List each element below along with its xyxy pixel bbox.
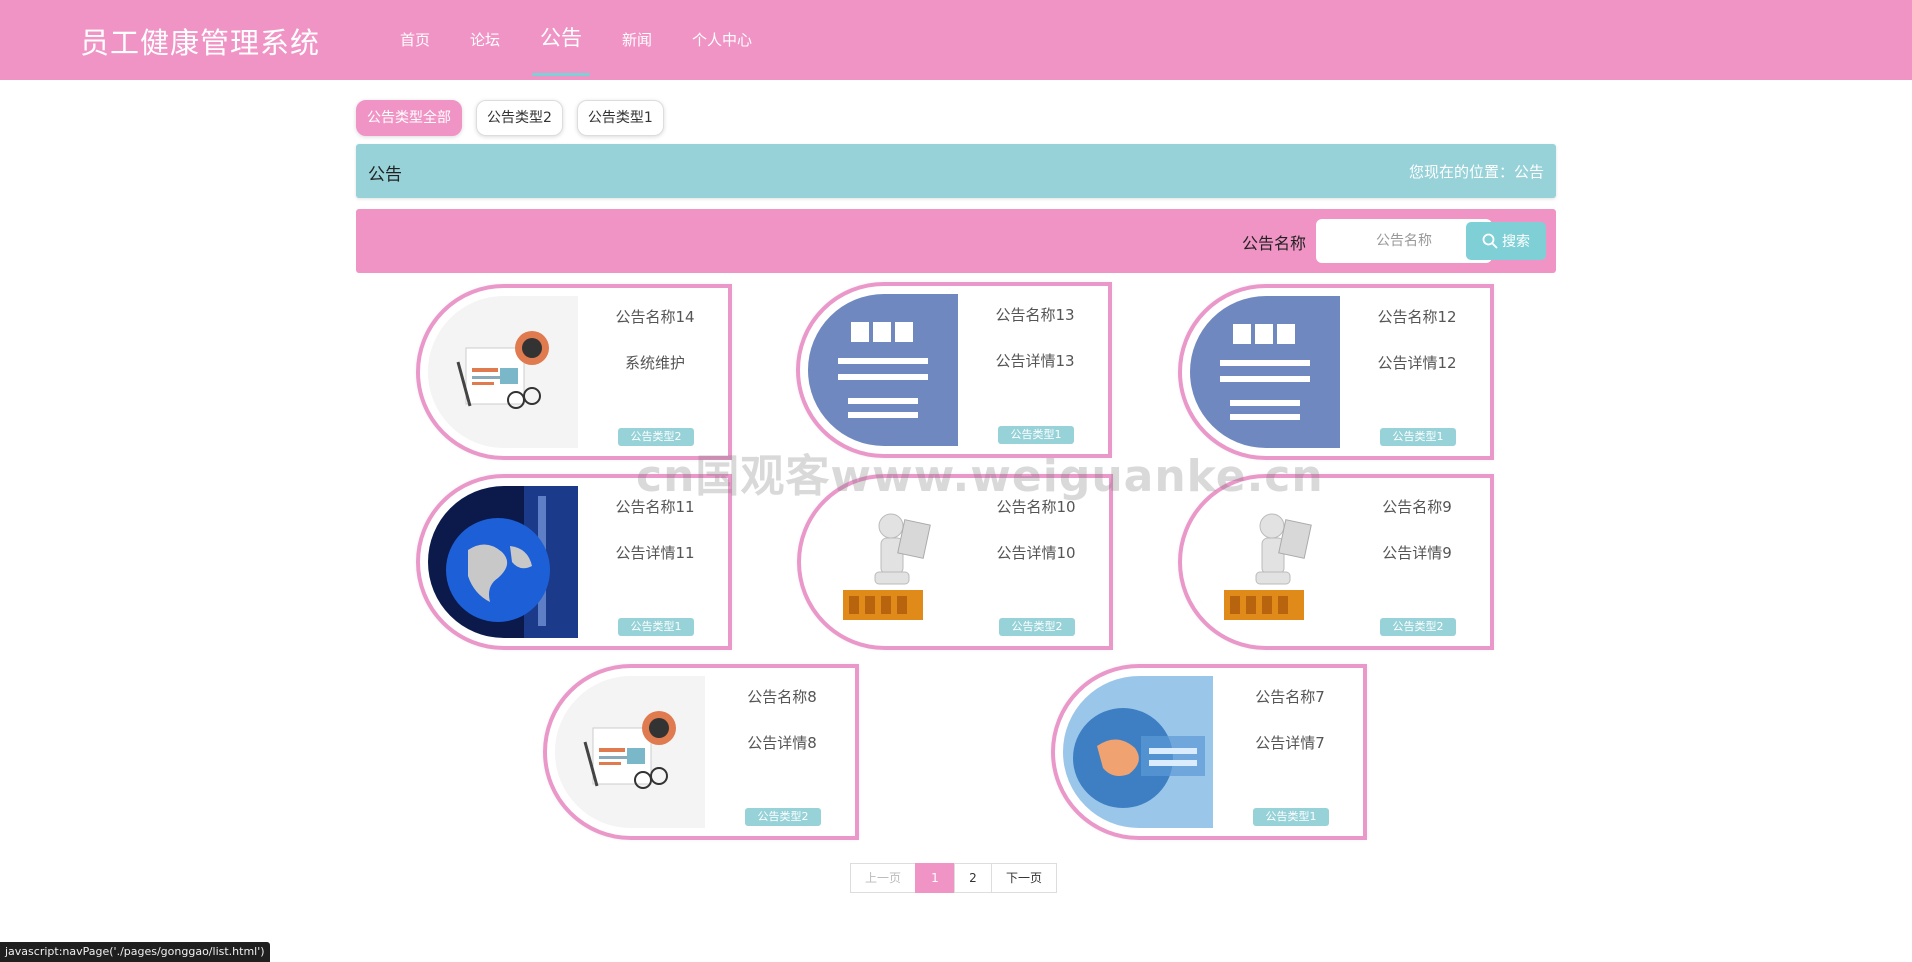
card-type-badge: 公告类型2	[618, 428, 694, 446]
type-filter-type2[interactable]: 公告类型2	[476, 100, 563, 136]
news-reader-figure	[1190, 486, 1340, 638]
search-button[interactable]: 搜索	[1466, 222, 1546, 260]
card-title: 公告名称10	[996, 498, 1076, 516]
announcement-card[interactable]: 公告名称7 公告详情7 公告类型1	[1051, 664, 1367, 840]
brand-title: 员工健康管理系统	[80, 26, 321, 60]
news-reader-figure	[809, 486, 959, 638]
main-nav: 首页 论坛 公告 新闻 个人中心	[380, 0, 772, 80]
announcement-card[interactable]: 公告名称9 公告详情9 公告类型2	[1178, 474, 1494, 650]
card-detail: 公告详情9	[1382, 544, 1452, 562]
card-detail: 系统维护	[624, 354, 685, 372]
type-filter-all[interactable]: 公告类型全部	[356, 100, 462, 136]
card-detail: 公告详情11	[615, 544, 695, 562]
next-page-button[interactable]: 下一页	[991, 863, 1057, 893]
card-title: 公告名称7	[1255, 688, 1325, 706]
nav-item-forum[interactable]: 论坛	[450, 0, 520, 80]
announcement-card[interactable]: 公告名称14 系统维护 公告类型2	[416, 284, 732, 460]
card-detail: 公告详情8	[747, 734, 817, 752]
announcement-card[interactable]: 公告名称8 公告详情8 公告类型2	[543, 664, 859, 840]
nav-item-home[interactable]: 首页	[380, 0, 450, 80]
announcement-card[interactable]: 公告名称10 公告详情10 公告类型2	[797, 474, 1113, 650]
search-bar: 公告名称 搜索	[356, 209, 1556, 273]
search-button-label: 搜索	[1502, 233, 1530, 249]
type-filter-type1[interactable]: 公告类型1	[576, 100, 664, 136]
card-type-badge: 公告类型2	[1380, 618, 1456, 636]
type-filter-group: 公告类型全部 公告类型2 公告类型1	[356, 100, 664, 136]
news-paper-icon	[555, 676, 705, 828]
globe-studio-image	[428, 486, 578, 638]
card-detail: 公告详情10	[996, 544, 1076, 562]
card-detail: 公告详情13	[995, 352, 1075, 370]
announcement-card[interactable]: 公告名称12 公告详情12 公告类型1	[1178, 284, 1494, 460]
pagination: 上一页 1 2 下一页	[850, 863, 1057, 893]
card-title: 公告名称14	[615, 308, 695, 326]
card-detail: 公告详情7	[1255, 734, 1325, 752]
current-location: 您现在的位置：公告	[1408, 163, 1544, 181]
page-2-button[interactable]: 2	[954, 863, 992, 893]
card-title: 公告名称12	[1377, 308, 1457, 326]
announcement-card[interactable]: 公告名称13 公告详情13 公告类型1	[796, 282, 1112, 458]
card-type-badge: 公告类型1	[1380, 428, 1456, 446]
search-icon	[1482, 233, 1498, 249]
nav-item-news[interactable]: 新闻	[602, 0, 672, 80]
search-label: 公告名称	[1242, 234, 1307, 253]
card-title: 公告名称9	[1382, 498, 1452, 516]
card-type-badge: 公告类型2	[745, 808, 821, 826]
card-type-badge: 公告类型1	[618, 618, 694, 636]
card-title: 公告名称13	[995, 306, 1075, 324]
status-url: javascript:navPage('./pages/gonggao/list…	[0, 942, 270, 962]
card-type-badge: 公告类型2	[999, 618, 1075, 636]
bbc-world-news-logo	[1190, 296, 1340, 448]
top-navbar: 员工健康管理系统 首页 论坛 公告 新闻 个人中心	[0, 0, 1912, 80]
card-title: 公告名称8	[747, 688, 817, 706]
prev-page-button[interactable]: 上一页	[850, 863, 916, 893]
card-type-badge: 公告类型1	[1253, 808, 1329, 826]
card-title: 公告名称11	[615, 498, 695, 516]
news-paper-icon	[428, 296, 578, 448]
page-1-button[interactable]: 1	[915, 863, 955, 893]
card-type-badge: 公告类型1	[998, 426, 1074, 444]
bbc-world-news-logo	[808, 294, 958, 446]
page-title: 公告	[368, 165, 402, 185]
nav-item-personal-center[interactable]: 个人中心	[672, 0, 772, 80]
card-detail: 公告详情12	[1377, 354, 1457, 372]
announcement-card[interactable]: 公告名称11 公告详情11 公告类型1	[416, 474, 732, 650]
breadcrumb: 公告 您现在的位置：公告	[356, 144, 1556, 198]
blue-news-globe	[1063, 676, 1213, 828]
nav-item-announcement[interactable]: 公告	[520, 0, 602, 80]
